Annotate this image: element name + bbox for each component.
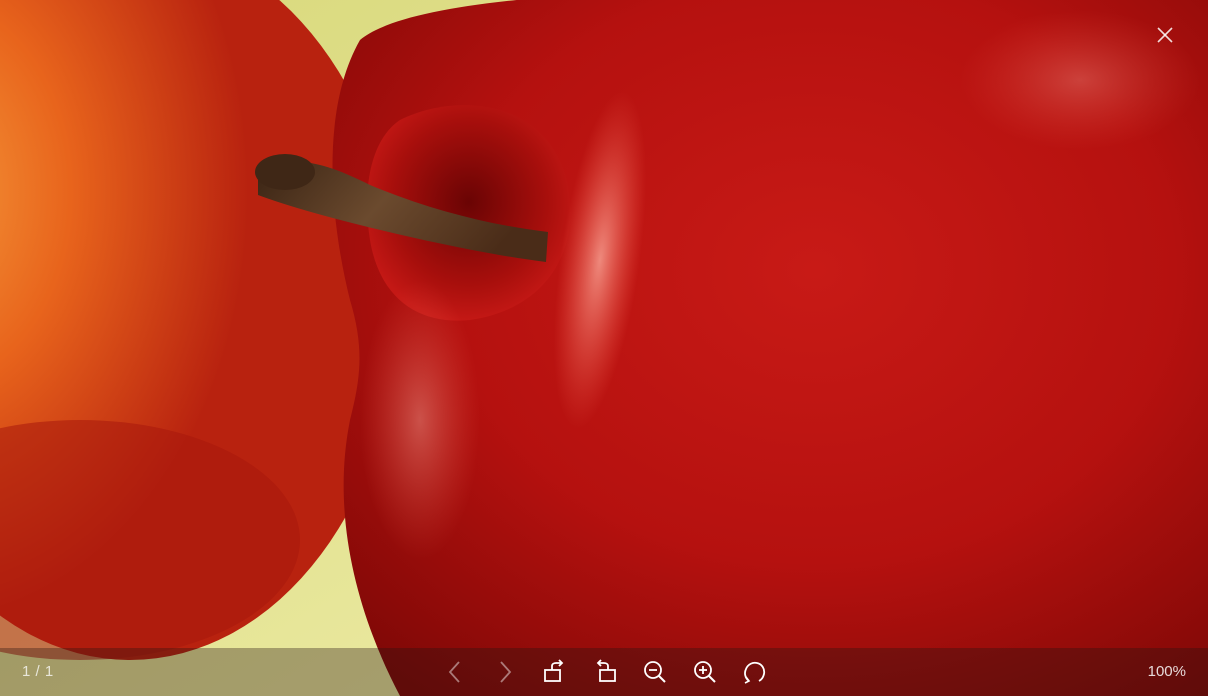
close-icon — [1157, 27, 1173, 43]
next-button[interactable] — [490, 657, 520, 687]
close-button[interactable] — [1152, 22, 1178, 48]
rotate-left-icon — [596, 659, 616, 682]
zoom-out-icon — [644, 661, 666, 683]
rotate-right-button[interactable] — [540, 657, 570, 687]
chevron-left-icon — [448, 661, 460, 683]
rotate-right-icon — [544, 659, 564, 682]
previous-button[interactable] — [440, 657, 470, 687]
viewer-toolbar: 1 / 1 100% — [0, 648, 1208, 696]
zoom-in-icon — [694, 661, 716, 683]
zoom-level: 100% — [1147, 663, 1186, 680]
chevron-right-icon — [500, 661, 512, 683]
rotate-left-button[interactable] — [590, 657, 620, 687]
toolbar-actions — [440, 648, 790, 696]
viewer-image — [0, 0, 1208, 696]
image-counter: 1 / 1 — [22, 663, 54, 680]
reset-button[interactable] — [740, 657, 770, 687]
image-viewer: 1 / 1 100% — [0, 0, 1208, 696]
zoom-in-button[interactable] — [690, 657, 720, 687]
reset-icon — [744, 661, 766, 684]
zoom-out-button[interactable] — [640, 657, 670, 687]
